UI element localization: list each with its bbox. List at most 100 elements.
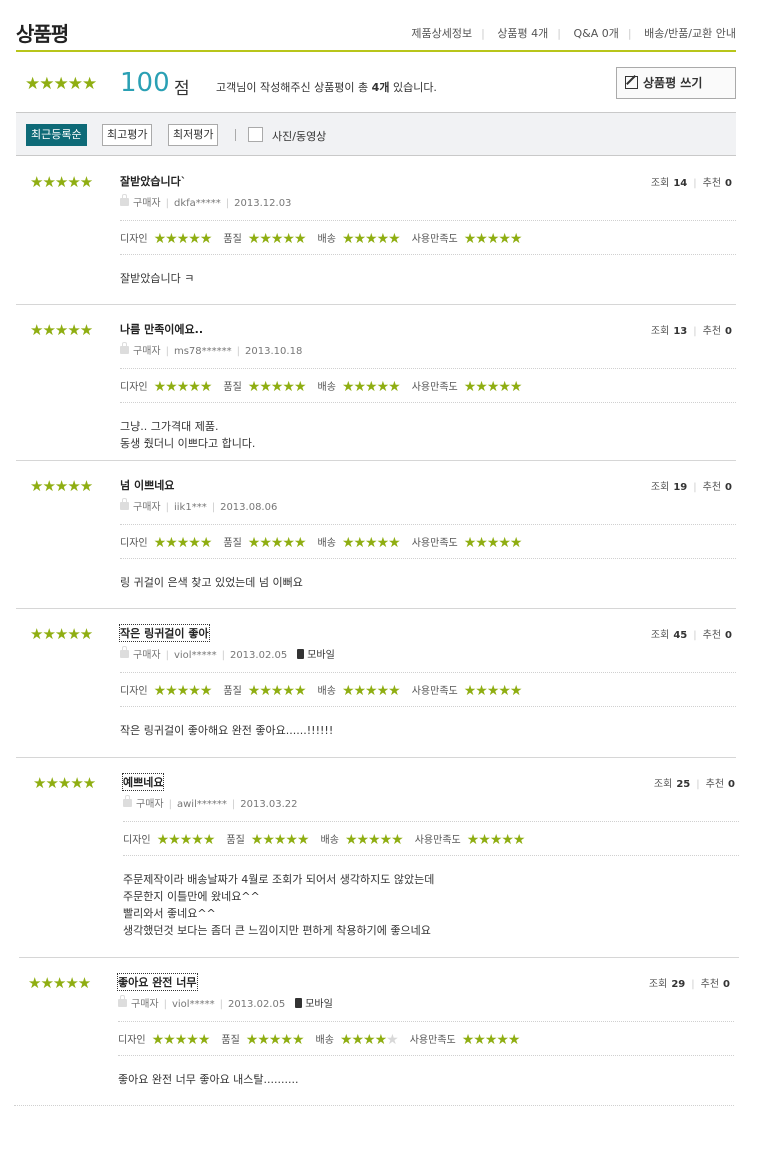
- recommend-label[interactable]: 추천: [703, 326, 721, 337]
- review-body-line: 빨리와서 좋네요^^: [123, 907, 216, 920]
- dotted-divider: [120, 524, 736, 525]
- views-label: 조회: [653, 779, 673, 790]
- score-label: 품질: [223, 538, 242, 549]
- dotted-divider: [120, 368, 736, 369]
- review-stats: 조회 14 | 추천 0: [651, 174, 732, 189]
- review-body-line: 그냥.. 그가격대 제품.: [120, 420, 219, 433]
- score-stars: ★★★★★: [463, 379, 523, 395]
- review-title[interactable]: 잘받았습니다`: [120, 173, 186, 189]
- score-stars: ★★★★★: [151, 1032, 211, 1048]
- review-date: 2013.02.05: [229, 650, 288, 661]
- sort-highest-button[interactable]: 최고평가: [102, 124, 153, 146]
- review-date: 2013.10.18: [245, 346, 303, 357]
- stats-separator: |: [696, 779, 700, 790]
- dotted-divider: [120, 220, 736, 221]
- review-title[interactable]: 나름 만족이에요..: [120, 321, 203, 337]
- recommend-label[interactable]: 추천: [706, 779, 724, 790]
- review-title[interactable]: 예쁘네요: [121, 773, 165, 791]
- score-label: 품질: [223, 686, 242, 697]
- nav-qna[interactable]: Q&A 0개: [574, 27, 619, 40]
- views-count: 45: [673, 630, 688, 641]
- media-checkbox-label[interactable]: 사진/동영상: [272, 128, 326, 144]
- review-title[interactable]: 넘 이쁘네요: [120, 477, 174, 493]
- nav-reviews[interactable]: 상품평 4개: [497, 27, 548, 40]
- mobile-phone-icon: [295, 998, 303, 1008]
- score-label: 배송: [320, 835, 339, 846]
- review-stats: 조회 19 | 추천 0: [651, 478, 732, 493]
- review-score-breakdown: 디자인 ★★★★★ 품질 ★★★★★ 배송 ★★★★★ 사용만족도 ★★★★★: [120, 534, 533, 551]
- reviewer-id: ms78******: [173, 346, 232, 357]
- score-label: 디자인: [120, 538, 148, 549]
- review-body: 주문제작이라 배송날짜가 4월로 조회가 되어서 생각하지도 않았는데 주문한지 …: [123, 871, 434, 939]
- mobile-badge: 모바일: [295, 998, 333, 1010]
- reviewer-id: viol*****: [171, 999, 215, 1010]
- meta-separator: |: [211, 502, 216, 513]
- dotted-divider: [118, 1021, 734, 1022]
- review-title[interactable]: 작은 링귀걸이 좋아: [119, 624, 210, 642]
- score-label: 사용만족도: [409, 1035, 456, 1046]
- score-stars: ★★★★★: [153, 683, 213, 699]
- score-label: 품질: [221, 1035, 240, 1046]
- reviewer-type: 구매자: [133, 198, 161, 209]
- filter-bar: 최근등록순 최고평가 최저평가 사진/동영상: [16, 112, 736, 156]
- meta-separator: |: [236, 346, 241, 357]
- recommend-label[interactable]: 추천: [703, 630, 721, 641]
- review-stats: 조회 29 | 추천 0: [649, 975, 730, 990]
- reviewer-type: 구매자: [131, 999, 159, 1010]
- reviewer-type: 구매자: [136, 799, 164, 810]
- meta-separator: |: [231, 799, 236, 810]
- write-review-button[interactable]: 상품평 쓰기: [616, 67, 736, 99]
- page-title: 상품평: [16, 22, 69, 46]
- review-rating-stars: ★★★★★: [30, 173, 93, 191]
- recommend-label[interactable]: 추천: [701, 979, 719, 990]
- recommend-count: 0: [725, 482, 732, 493]
- review-score-breakdown: 디자인 ★★★★★ 품질 ★★★★★ 배송 ★★★★★ 사용만족도 ★★★★★: [120, 230, 533, 247]
- review-count-text: 고객님이 작성해주신 상품평이 총 4개 있습니다.: [216, 79, 437, 95]
- stats-separator: |: [691, 979, 695, 990]
- section-nav: 제품상세정보 | 상품평 4개 | Q&A 0개 | 배송/반품/교환 안내: [411, 25, 736, 41]
- views-label: 조회: [650, 482, 670, 493]
- dotted-divider: [118, 1055, 734, 1056]
- review-body-line: 동생 줬더니 이쁘다고 합니다.: [120, 437, 256, 450]
- lock-icon: [120, 646, 129, 658]
- review-item: ★★★★★ 나름 만족이에요.. 구매자 | ms78****** | 2013.10.18…: [16, 305, 736, 461]
- score-stars: ★★★★★: [341, 683, 401, 699]
- score-label: 디자인: [118, 1035, 146, 1046]
- sort-recent-button[interactable]: 최근등록순: [26, 124, 87, 146]
- nav-separator: |: [557, 27, 562, 40]
- nav-product-detail[interactable]: 제품상세정보: [411, 27, 472, 40]
- review-meta: 구매자 | iik1*** | 2013.08.06: [120, 498, 277, 513]
- nav-shipping-info[interactable]: 배송/반품/교환 안내: [644, 27, 736, 40]
- review-score-breakdown: 디자인 ★★★★★ 품질 ★★★★★ 배송 ★★★★★ 사용만족도 ★★★★★: [120, 378, 533, 395]
- review-item: ★★★★★ 잘받았습니다` 구매자 | dkfa***** | 2013.12.03 조회 14…: [16, 157, 736, 305]
- review-body-line: 생각했던것 보다는 좀더 큰 느낌이지만 편하게 착용하기에 좋으네요: [123, 924, 431, 937]
- mobile-label: 모바일: [307, 650, 335, 661]
- score-stars: ★★★★★: [250, 832, 310, 848]
- score-stars: ★★★★★: [463, 231, 523, 247]
- review-meta: 구매자 | ms78****** | 2013.10.18: [120, 342, 302, 357]
- stats-separator: |: [693, 630, 697, 641]
- sort-lowest-button[interactable]: 최저평가: [168, 124, 219, 146]
- review-title[interactable]: 좋아요 완전 너무: [117, 973, 198, 991]
- score-stars: ★★★★★: [156, 832, 216, 848]
- views-label: 조회: [650, 326, 670, 337]
- meta-separator: |: [221, 650, 225, 661]
- review-rating-stars: ★★★★★: [28, 974, 91, 992]
- score-label: 사용만족도: [414, 835, 461, 846]
- recommend-count: 0: [728, 779, 735, 790]
- review-body: 좋아요 완전 너무 좋아요 내스탈..........: [118, 1071, 299, 1088]
- views-count: 29: [671, 979, 686, 990]
- score-label: 디자인: [120, 686, 148, 697]
- recommend-label[interactable]: 추천: [703, 178, 721, 189]
- media-checkbox[interactable]: [248, 127, 263, 142]
- recommend-label[interactable]: 추천: [703, 482, 721, 493]
- reviewer-type: 구매자: [133, 346, 161, 357]
- meta-separator: |: [168, 799, 172, 810]
- recommend-count: 0: [725, 630, 732, 641]
- review-item: ★★★★★ 작은 링귀걸이 좋아 구매자 | viol***** | 2013.02.05 모…: [16, 609, 736, 758]
- score-unit: 점: [174, 79, 190, 99]
- score-label: 품질: [226, 835, 245, 846]
- review-item: ★★★★★ 예쁘네요 구매자 | awil****** | 2013.03.22 조회 25 | 추…: [19, 758, 739, 958]
- score-stars: ★★★★★: [153, 535, 213, 551]
- review-stats: 조회 45 | 추천 0: [651, 626, 732, 641]
